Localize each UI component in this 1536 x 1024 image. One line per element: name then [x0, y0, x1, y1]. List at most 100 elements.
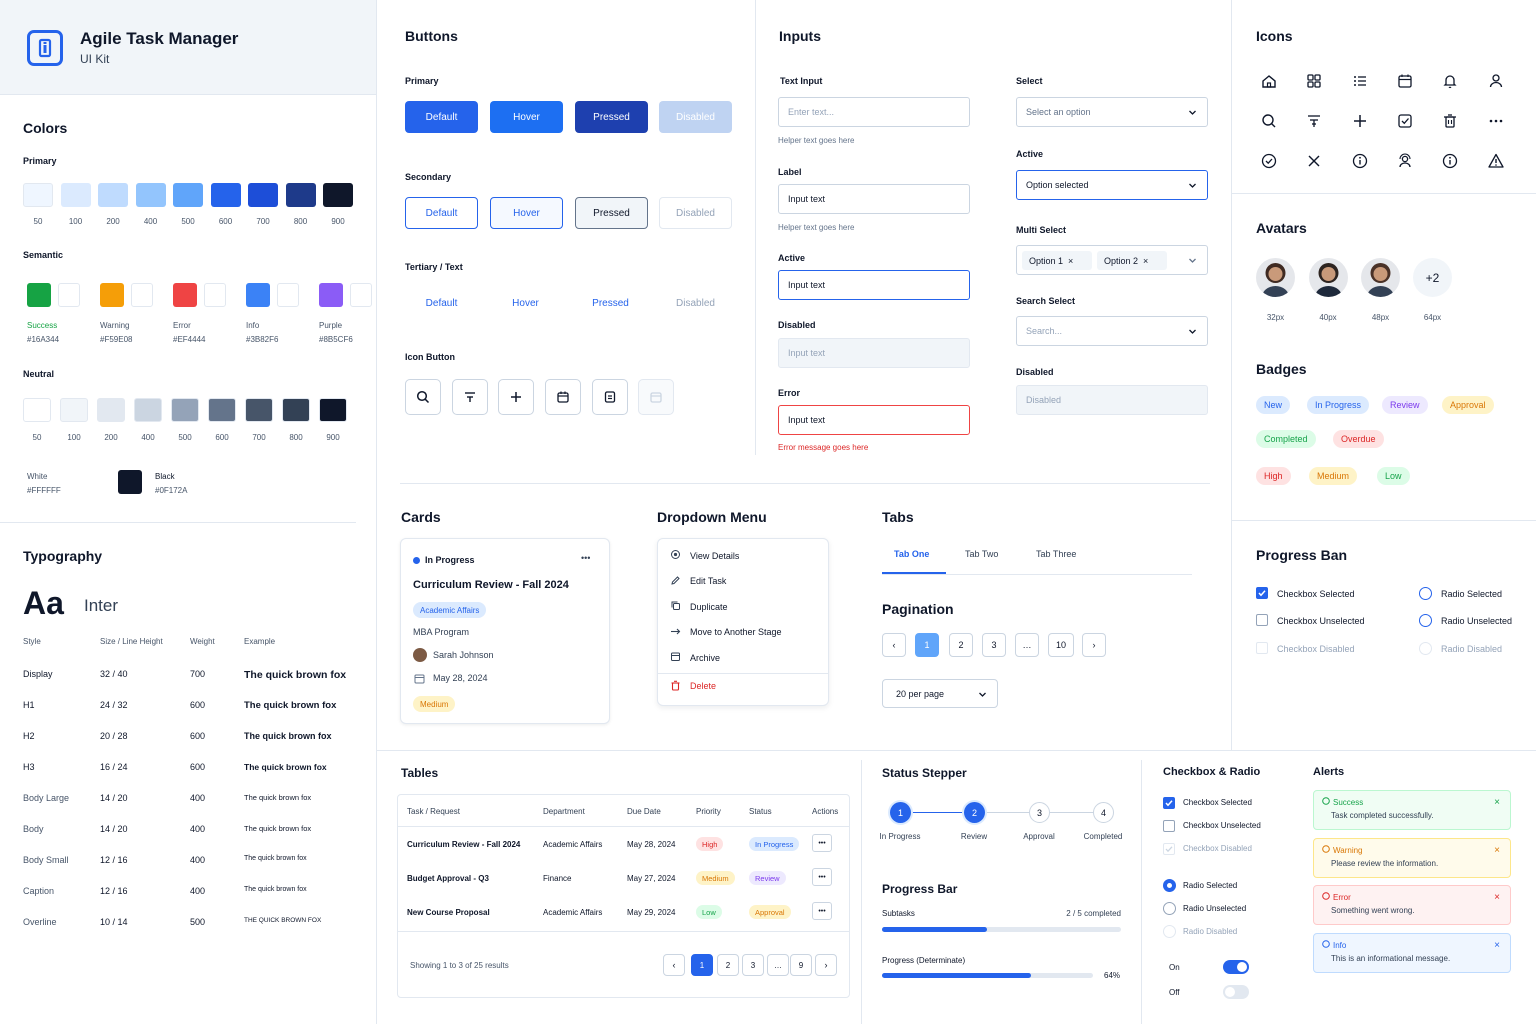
row-actions-button[interactable]: •••: [812, 902, 832, 920]
semantic-hex: #8B5CF6: [319, 335, 353, 344]
table-page-button[interactable]: 3: [742, 954, 764, 976]
filter-icon-button[interactable]: [452, 379, 488, 415]
dropdown-item[interactable]: View Details: [670, 549, 739, 562]
disabled-input[interactable]: Input text: [778, 338, 970, 368]
toggle-off[interactable]: [1223, 985, 1249, 999]
pagination-page-button[interactable]: 1: [915, 633, 939, 657]
alert-message: Something went wrong.: [1331, 906, 1415, 915]
secondary-default-button[interactable]: Default: [405, 197, 478, 229]
close-icon[interactable]: ×: [1143, 256, 1148, 266]
primary-hover-button[interactable]: Hover: [490, 101, 563, 133]
dropdown-item-label: View Details: [690, 550, 740, 561]
toggle-on[interactable]: [1223, 960, 1249, 974]
primary-disabled-button[interactable]: Disabled: [659, 101, 732, 133]
task-card[interactable]: In Progress ••• Curriculum Review - Fall…: [400, 538, 610, 724]
error-input[interactable]: Input text: [778, 405, 970, 435]
dropdown-item[interactable]: Move to Another Stage: [670, 626, 782, 639]
per-page-select[interactable]: 20 per page: [882, 679, 998, 708]
secondary-disabled-button[interactable]: Disabled: [659, 197, 732, 229]
table-row[interactable]: Curriculum Review - Fall 2024 Academic Af…: [398, 827, 849, 861]
archive-icon: [670, 651, 681, 664]
radio-disabled[interactable]: [1419, 642, 1432, 655]
checkbox-unselected[interactable]: [1256, 614, 1268, 626]
tabs-heading: Tabs: [882, 509, 914, 525]
pagination-page-button[interactable]: 3: [982, 633, 1006, 657]
pagination-page-button[interactable]: 10: [1048, 633, 1074, 657]
color-swatch: [23, 398, 51, 422]
close-icon[interactable]: ×: [1494, 940, 1500, 951]
pagination-page-button[interactable]: 2: [949, 633, 973, 657]
typography-weight: 400: [190, 793, 206, 803]
primary-pressed-button[interactable]: Pressed: [575, 101, 648, 133]
table-page-button[interactable]: 1: [691, 954, 713, 976]
checkbox-unselected[interactable]: [1163, 820, 1175, 832]
typography-example: The quick brown fox: [244, 793, 312, 802]
typography-header: Weight: [190, 637, 215, 646]
search-icon-button[interactable]: [405, 379, 441, 415]
calendar-icon-button[interactable]: [545, 379, 581, 415]
tertiary-disabled-button[interactable]: Disabled: [659, 287, 732, 319]
close-icon[interactable]: ×: [1068, 256, 1073, 266]
select-disabled[interactable]: Disabled: [1016, 385, 1208, 415]
multi-select[interactable]: Option 1 × Option 2 ×: [1016, 245, 1208, 275]
dropdown-item[interactable]: Archive: [670, 651, 720, 664]
table-page-button[interactable]: …: [767, 954, 789, 976]
checkbox-selected[interactable]: [1256, 587, 1268, 599]
multi-chip[interactable]: Option 2 ×: [1097, 251, 1167, 270]
text-input[interactable]: Enter text...: [778, 97, 970, 127]
table-next-button[interactable]: ›: [815, 954, 837, 976]
checkbox-selected[interactable]: [1163, 797, 1175, 809]
row-actions-button[interactable]: •••: [812, 868, 832, 886]
primary-default-button[interactable]: Default: [405, 101, 478, 133]
close-icon[interactable]: ×: [1494, 892, 1500, 903]
radio-selected[interactable]: [1419, 587, 1432, 600]
active-input[interactable]: Input text: [778, 270, 970, 300]
pagination-page-button[interactable]: …: [1015, 633, 1039, 657]
search-select[interactable]: Search...: [1016, 316, 1208, 346]
dropdown-item[interactable]: Duplicate: [670, 600, 728, 613]
multi-chip[interactable]: Option 1 ×: [1022, 251, 1092, 270]
tab-three[interactable]: Tab Three: [1036, 549, 1076, 559]
labeled-input[interactable]: Input text: [778, 184, 970, 214]
color-swatch: [23, 183, 53, 207]
dropdown-item-delete[interactable]: Delete: [670, 680, 716, 691]
select-dropdown[interactable]: Select an option: [1016, 97, 1208, 127]
radio-unselected[interactable]: [1419, 614, 1432, 627]
dropdown-item[interactable]: Edit Task: [670, 575, 726, 588]
secondary-hover-button[interactable]: Hover: [490, 197, 563, 229]
more-icon[interactable]: •••: [581, 553, 590, 563]
radio-selected[interactable]: [1163, 879, 1176, 892]
tertiary-pressed-button[interactable]: Pressed: [574, 287, 647, 319]
dropdown-item-label: Archive: [690, 652, 721, 663]
radio-unselected[interactable]: [1163, 902, 1176, 915]
avatar-more[interactable]: +2: [1413, 258, 1452, 297]
checkbox-label: Checkbox Disabled: [1277, 644, 1355, 654]
table-page-button[interactable]: 2: [717, 954, 739, 976]
document-icon-button[interactable]: [592, 379, 628, 415]
alert-message: Please review the information.: [1331, 859, 1439, 868]
table-prev-button[interactable]: ‹: [663, 954, 685, 976]
close-icon[interactable]: ×: [1494, 845, 1500, 856]
tertiary-default-button[interactable]: Default: [405, 287, 478, 319]
radio-disabled[interactable]: [1163, 925, 1176, 938]
row-actions-button[interactable]: •••: [812, 834, 832, 852]
table-row[interactable]: New Course Proposal Academic Affairs May 2…: [398, 895, 849, 929]
label-input-label: Label: [778, 167, 802, 177]
table-row[interactable]: Budget Approval - Q3 Finance May 27, 2024 M…: [398, 861, 849, 895]
pagination-next-button[interactable]: ›: [1082, 633, 1106, 657]
checkbox-disabled[interactable]: [1256, 642, 1268, 654]
select-active-dropdown[interactable]: Option selected: [1016, 170, 1208, 200]
tab-one[interactable]: Tab One: [894, 549, 929, 559]
color-swatch: [248, 183, 278, 207]
disabled-calendar-icon-button[interactable]: [638, 379, 674, 415]
typography-example: The quick brown fox: [244, 762, 327, 772]
checkbox-disabled[interactable]: [1163, 843, 1175, 855]
pagination-prev-button[interactable]: ‹: [882, 633, 906, 657]
secondary-pressed-button[interactable]: Pressed: [575, 197, 648, 229]
table-page-button[interactable]: 9: [790, 954, 812, 976]
plus-icon-button[interactable]: [498, 379, 534, 415]
close-icon[interactable]: ×: [1494, 797, 1500, 808]
tertiary-hover-button[interactable]: Hover: [489, 287, 562, 319]
badge: Low: [1377, 467, 1410, 485]
tab-two[interactable]: Tab Two: [965, 549, 998, 559]
